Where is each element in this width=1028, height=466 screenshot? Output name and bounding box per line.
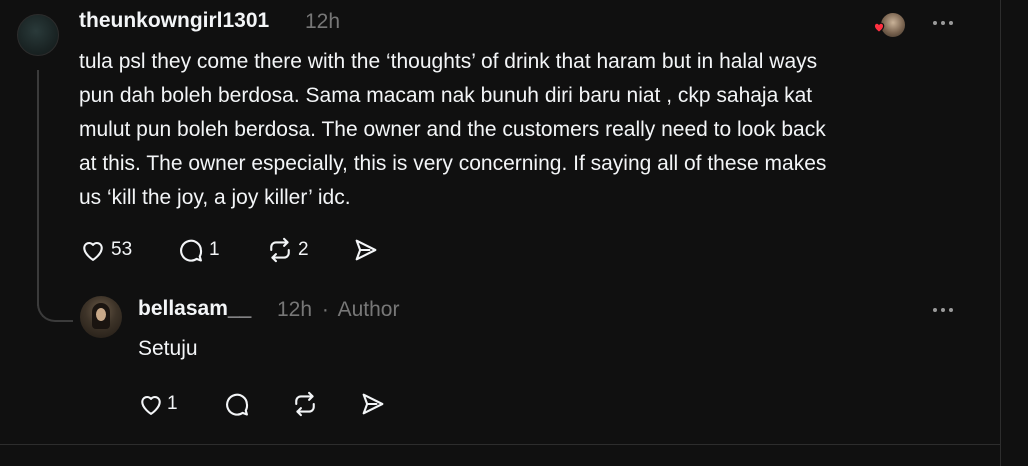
thread-connector-line bbox=[37, 70, 39, 306]
like-count: 53 bbox=[111, 239, 133, 260]
reply-button[interactable]: 1 bbox=[177, 236, 266, 264]
like-button[interactable]: 53 bbox=[79, 236, 177, 264]
post-text-line: us ‘kill the joy, a joy killer’ idc. bbox=[79, 186, 351, 209]
reply-repost-button[interactable] bbox=[291, 390, 359, 418]
heart-outline-icon bbox=[141, 396, 161, 415]
repost-button[interactable]: 2 bbox=[266, 236, 352, 264]
more-dots-icon bbox=[933, 21, 937, 25]
liked-by-author-indicator bbox=[872, 12, 906, 38]
speech-bubble-icon bbox=[180, 239, 203, 262]
avatar-theunkowngirl1301[interactable] bbox=[17, 14, 59, 56]
meta-separator: · bbox=[321, 298, 329, 321]
post-text-line: mulut pun boleh berdosa. The owner and t… bbox=[79, 118, 826, 141]
reply-body: Setuju bbox=[138, 337, 198, 360]
send-icon bbox=[362, 393, 384, 415]
reply-username[interactable]: bellasam__ bbox=[138, 297, 251, 321]
post-username[interactable]: theunkowngirl1301 bbox=[79, 9, 269, 33]
heart-outline-icon bbox=[83, 242, 103, 261]
author-badge: Author bbox=[337, 298, 400, 321]
reply-reply-button[interactable] bbox=[223, 390, 291, 418]
post-text-line: at this. The owner especially, this is v… bbox=[79, 152, 827, 175]
post-body: tula psl they come there with the ‘thoug… bbox=[79, 45, 826, 215]
reply-like-count: 1 bbox=[167, 393, 178, 414]
repost-count: 2 bbox=[298, 239, 309, 260]
reply-like-button[interactable]: 1 bbox=[137, 390, 223, 418]
post-more-button[interactable] bbox=[933, 21, 953, 25]
post-actions: 53 1 2 bbox=[79, 236, 380, 264]
send-icon bbox=[355, 239, 377, 261]
more-dots-icon bbox=[933, 308, 937, 312]
reply-more-button[interactable] bbox=[933, 308, 953, 312]
post-timestamp[interactable]: 12h bbox=[305, 10, 340, 34]
column-border-right bbox=[1000, 0, 1001, 466]
repost-arrows-icon bbox=[270, 237, 290, 263]
speech-bubble-icon bbox=[226, 393, 249, 416]
reply-actions: 1 bbox=[137, 390, 387, 418]
reply-share-button[interactable] bbox=[359, 390, 387, 418]
post-text-line: pun dah boleh berdosa. Sama macam nak bu… bbox=[79, 84, 813, 107]
reply-count: 1 bbox=[209, 239, 220, 260]
repost-arrows-icon bbox=[295, 391, 315, 417]
thread-connector-curve bbox=[37, 290, 73, 322]
red-heart-icon bbox=[873, 22, 885, 33]
avatar-bellasam[interactable] bbox=[80, 296, 122, 338]
reply-meta: 12h · Author bbox=[277, 298, 399, 322]
post-divider bbox=[0, 444, 1000, 445]
post-text-line: tula psl they come there with the ‘thoug… bbox=[79, 50, 818, 73]
reply-timestamp[interactable]: 12h bbox=[277, 298, 312, 321]
share-button[interactable] bbox=[352, 236, 380, 264]
